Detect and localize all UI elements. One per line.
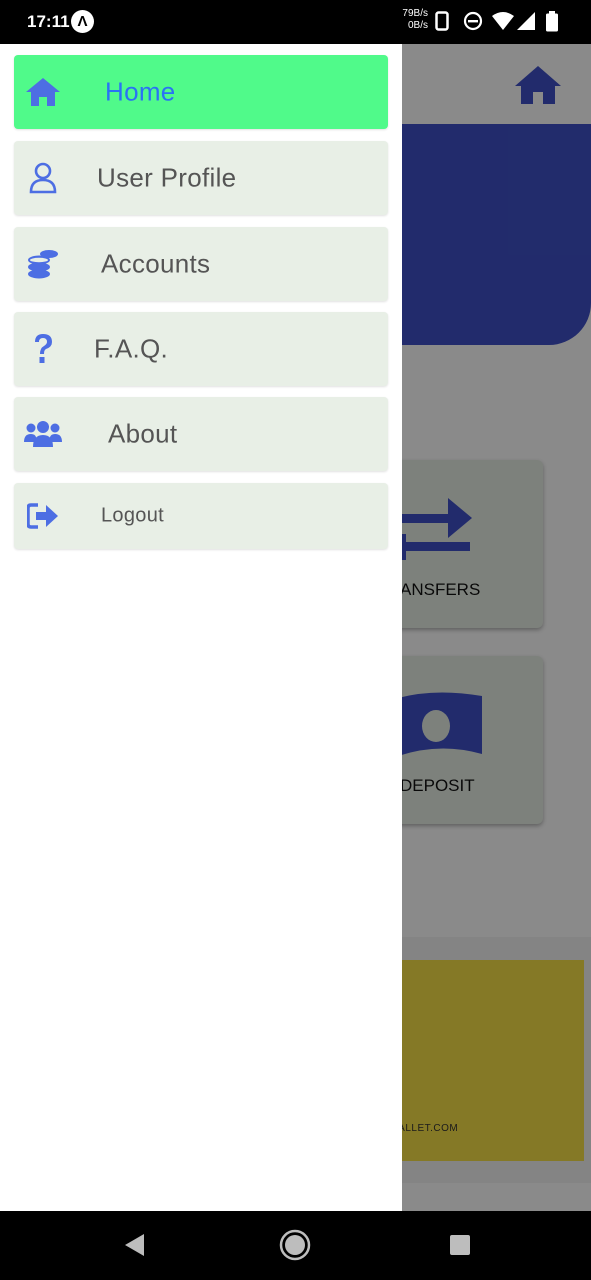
question-icon [24, 331, 62, 367]
drawer-item-accounts[interactable]: Accounts [14, 227, 388, 301]
drawer-item-label: About [108, 418, 178, 449]
drawer-item-label: Logout [101, 504, 164, 527]
drawer-item-faq[interactable]: F.A.Q. [14, 312, 388, 386]
status-bar: 17:11 Λ 79B/s 0B/s [0, 0, 591, 44]
net-up: 79B/s [402, 8, 428, 19]
system-nav-bar [0, 1211, 591, 1280]
wifi-icon [492, 12, 514, 30]
drawer-item-logout[interactable]: Logout [14, 483, 388, 549]
signal-icon [517, 12, 535, 30]
drawer-item-about[interactable]: About [14, 397, 388, 471]
users-icon [24, 416, 62, 452]
drawer-item-label: Home [105, 76, 176, 107]
battery-icon [546, 11, 558, 32]
home-icon [24, 74, 62, 110]
network-speed: 79B/s 0B/s [390, 8, 428, 32]
recents-icon[interactable] [449, 1234, 471, 1256]
status-time: 17:11 [27, 12, 70, 31]
net-down: 0B/s [407, 20, 428, 31]
drawer-item-label: F.A.Q. [94, 333, 169, 364]
back-icon[interactable] [122, 1232, 148, 1258]
drawer-item-home[interactable]: Home [14, 55, 388, 129]
vibrate-icon [435, 11, 449, 31]
drawer-item-label: Accounts [101, 248, 211, 279]
dnd-icon [463, 11, 483, 31]
logout-icon [24, 498, 62, 534]
drawer-item-label: User Profile [97, 162, 237, 193]
app-notification-icon: Λ [71, 10, 94, 33]
home-circle-icon[interactable] [279, 1229, 311, 1261]
user-icon [24, 160, 62, 196]
navigation-drawer: Home User Profile Accounts F.A.Q. About … [0, 44, 402, 1211]
drawer-item-user-profile[interactable]: User Profile [14, 141, 388, 215]
coins-icon [24, 246, 62, 282]
